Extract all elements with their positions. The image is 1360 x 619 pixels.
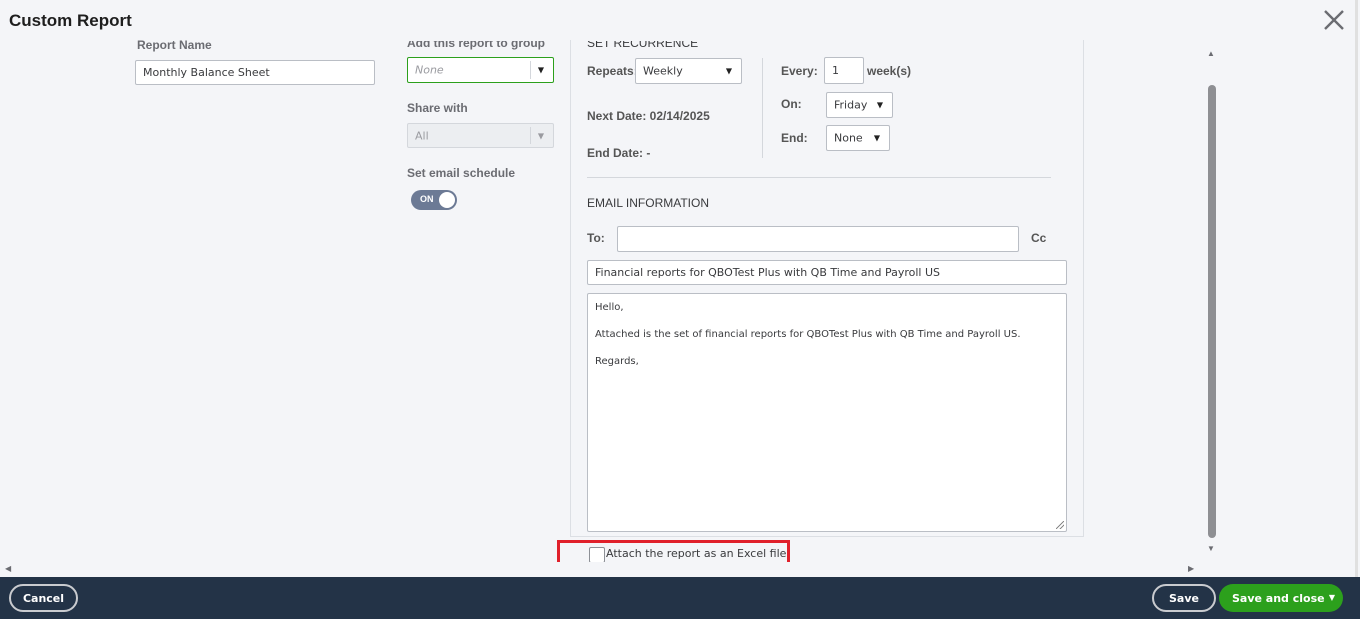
save-and-close-label: Save and close — [1232, 591, 1325, 605]
toggle-knob — [439, 192, 455, 208]
scroll-right-icon[interactable]: ▶ — [1188, 564, 1194, 573]
chevron-down-icon: ▼ — [537, 131, 544, 140]
attach-excel-label[interactable]: Attach the report as an Excel file — [606, 547, 786, 560]
email-schedule-toggle[interactable]: ON — [411, 190, 457, 210]
dialog-title: Custom Report — [9, 11, 132, 30]
recurrence-divider — [762, 58, 763, 158]
repeats-select[interactable]: Weekly ▼ — [635, 58, 742, 84]
chevron-down-icon: ▼ — [876, 100, 883, 110]
group-select[interactable]: None ▼ — [407, 57, 554, 83]
chevron-down-icon: ▼ — [537, 65, 544, 75]
report-name-input[interactable]: Monthly Balance Sheet — [135, 60, 375, 85]
panel-border — [1083, 40, 1084, 537]
select-divider — [530, 61, 531, 79]
on-label: On: — [781, 97, 802, 111]
cc-link[interactable]: Cc — [1031, 231, 1046, 245]
scroll-up-icon[interactable]: ▲ — [1207, 49, 1215, 58]
repeats-value: Weekly — [643, 64, 683, 78]
toggle-text: ON — [420, 194, 434, 204]
vertical-scroll-thumb[interactable] — [1208, 85, 1216, 538]
close-icon[interactable] — [1321, 7, 1347, 33]
end-select[interactable]: None ▼ — [826, 125, 890, 151]
section-divider — [587, 177, 1051, 178]
body-line: Attached is the set of financial reports… — [595, 329, 1021, 340]
footer-bar: Cancel Save Save and close ▼ — [0, 577, 1360, 619]
scroll-down-icon[interactable]: ▼ — [1207, 544, 1215, 553]
end-value: None — [834, 131, 863, 145]
email-schedule-label: Set email schedule — [407, 166, 516, 180]
body-line: Regards, — [595, 356, 639, 367]
body-line: Hello, — [595, 302, 624, 313]
every-label: Every: — [781, 64, 818, 78]
share-select[interactable]: All ▼ — [407, 123, 554, 148]
resize-grip-icon[interactable] — [1056, 521, 1064, 529]
scroll-left-icon[interactable]: ◀ — [5, 564, 11, 573]
cancel-button[interactable]: Cancel — [9, 584, 78, 612]
on-value: Friday — [834, 98, 868, 112]
to-label: To: — [587, 231, 605, 245]
chevron-down-icon: ▼ — [873, 133, 880, 143]
every-unit: week(s) — [867, 64, 912, 78]
share-label: Share with — [407, 101, 468, 115]
horizontal-scrollbar[interactable] — [0, 562, 1203, 577]
end-date: End Date: - — [587, 146, 651, 160]
email-heading: EMAIL INFORMATION — [587, 196, 710, 210]
group-placeholder: None — [415, 63, 444, 77]
to-input[interactable] — [617, 226, 1019, 252]
end-label: End: — [781, 131, 808, 145]
email-body-textarea[interactable]: Hello, Attached is the set of financial … — [587, 293, 1067, 532]
window-edge — [1355, 0, 1358, 577]
select-divider — [530, 127, 531, 144]
every-input[interactable]: 1 — [824, 57, 864, 84]
panel-border — [570, 40, 571, 537]
save-button[interactable]: Save — [1152, 584, 1216, 612]
next-date: Next Date: 02/14/2025 — [587, 109, 710, 123]
share-value: All — [415, 129, 429, 142]
title-bar: Custom Report — [0, 0, 1360, 40]
on-select[interactable]: Friday ▼ — [826, 92, 893, 118]
subject-input[interactable]: Financial reports for QBOTest Plus with … — [587, 260, 1067, 285]
chevron-down-icon[interactable]: ▼ — [1329, 593, 1335, 602]
panel-border — [570, 536, 1084, 537]
chevron-down-icon: ▼ — [725, 66, 732, 76]
report-name-label: Report Name — [137, 38, 212, 52]
repeats-label: Repeats: — [587, 64, 638, 78]
save-and-close-button[interactable]: Save and close ▼ — [1219, 584, 1343, 612]
attach-excel-checkbox[interactable] — [589, 547, 605, 563]
